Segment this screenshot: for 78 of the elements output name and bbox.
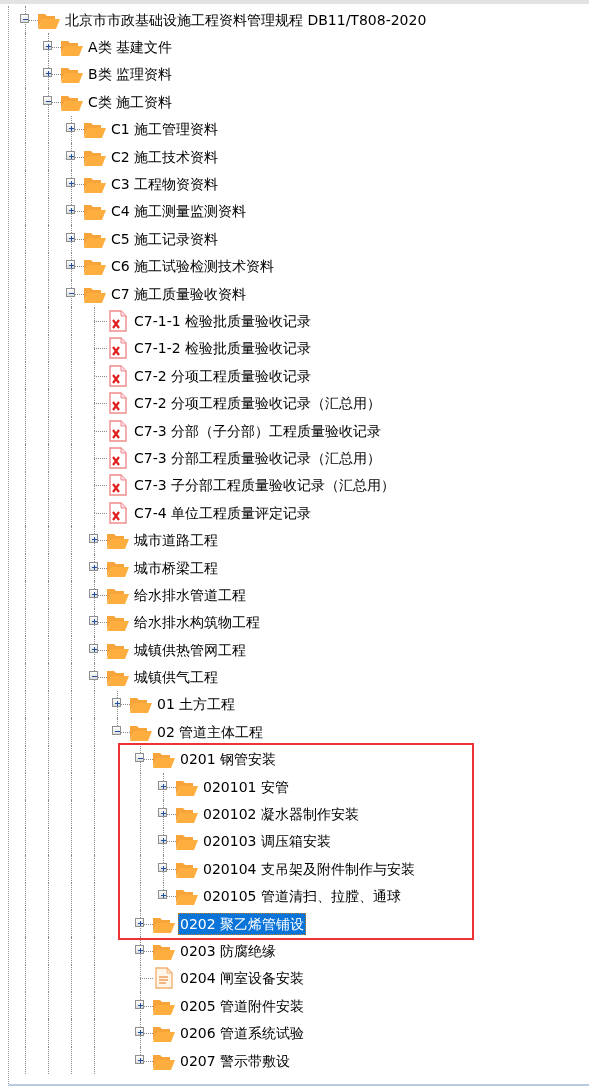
tree-toggle[interactable] — [158, 780, 167, 790]
tree-item-label[interactable]: C3 工程物资资料 — [109, 173, 221, 196]
document-x-icon — [107, 501, 128, 524]
document-icon — [153, 967, 174, 990]
document-x-icon — [107, 474, 128, 497]
tree-item-label[interactable]: 0207 警示带敷设 — [178, 1049, 293, 1072]
tree-item-label[interactable]: 0206 管道系统试验 — [178, 1022, 307, 1045]
tree-toggle[interactable] — [158, 808, 167, 817]
tree-item-label[interactable]: 城市道路工程 — [132, 529, 220, 552]
tree-item-label[interactable]: C5 施工记录资料 — [109, 227, 221, 250]
tree-toggle[interactable] — [112, 725, 121, 735]
tree-toggle[interactable] — [89, 588, 98, 598]
tree-item-label[interactable]: C4 施工测量监测资料 — [109, 200, 249, 223]
tree-item-label[interactable]: 0201 钢管安装 — [178, 748, 279, 771]
document-x-icon — [107, 446, 128, 469]
tree-toggle[interactable] — [66, 232, 75, 242]
tree-toggle[interactable] — [89, 643, 98, 653]
tree-item-label[interactable]: 城镇供热管网工程 — [132, 638, 248, 661]
tree-toggle[interactable] — [20, 13, 29, 23]
tree-item-label[interactable]: C7-2 分项工程质量验收记录（汇总用） — [132, 392, 384, 415]
tree-item-label[interactable]: C7-1-2 检验批质量验收记录 — [132, 337, 314, 360]
tree-toggle[interactable] — [66, 260, 75, 270]
tree-item-label[interactable]: 020104 支吊架及附件制作与安装 — [201, 857, 417, 880]
document-x-icon — [107, 310, 128, 332]
tree-toggle[interactable] — [135, 1027, 144, 1037]
tree-toggle[interactable] — [135, 999, 144, 1009]
tree-item-label[interactable]: 01 土方工程 — [155, 693, 238, 716]
document-x-icon — [107, 337, 128, 360]
tree-item-label[interactable]: C7-1-1 检验批质量验收记录 — [132, 310, 314, 332]
tree-toggle[interactable] — [43, 95, 52, 105]
tree-toggle[interactable] — [112, 698, 121, 708]
tree-item-label[interactable]: 020105 管道清扫、拉膛、通球 — [201, 885, 403, 908]
tree-toggle[interactable] — [89, 671, 98, 681]
tree-item-label[interactable]: C6 施工试验检测技术资料 — [109, 255, 277, 278]
tree-item-label[interactable]: 02 管道主体工程 — [155, 720, 266, 743]
tree-item-label[interactable]: 020101 安管 — [201, 775, 291, 798]
tree-item-label[interactable]: C2 施工技术资料 — [109, 145, 221, 168]
document-x-icon — [107, 392, 128, 415]
tree-toggle[interactable] — [66, 178, 75, 188]
tree-item-label[interactable]: 0202 聚乙烯管铺设 — [178, 912, 307, 935]
tree-toggle[interactable] — [135, 1054, 144, 1064]
tree-toggle[interactable] — [158, 862, 167, 872]
tree-item-label[interactable]: C7-3 分部（子分部）工程质量验收记录 — [132, 419, 384, 442]
tree-item-label[interactable]: 0204 闸室设备安装 — [178, 967, 307, 990]
tree-item-label[interactable]: 给水排水管道工程 — [132, 583, 248, 606]
tree-item-label[interactable]: 0203 防腐绝缘 — [178, 939, 279, 962]
tree-toggle[interactable] — [66, 123, 75, 133]
tree-toggle[interactable] — [135, 917, 144, 927]
tree-item-label[interactable]: B类 监理资料 — [86, 63, 175, 86]
tree-toggle[interactable] — [43, 68, 52, 78]
tree-item-label[interactable]: 给水排水构筑物工程 — [132, 611, 262, 634]
tree-toggle[interactable] — [89, 534, 98, 544]
tree-item-label[interactable]: 城市桥梁工程 — [132, 556, 220, 579]
tree-item-label[interactable]: 北京市市政基础设施工程资料管理规程 DB11/T808-2020 — [63, 8, 429, 31]
tree-toggle[interactable] — [158, 835, 167, 845]
tree-item-label[interactable]: 0205 管道附件安装 — [178, 994, 307, 1017]
tree-item-label[interactable]: 020103 调压箱安装 — [201, 830, 333, 853]
tree-toggle[interactable] — [89, 561, 98, 571]
tree-toggle[interactable] — [66, 205, 75, 215]
document-x-icon — [107, 364, 128, 387]
tree-toggle[interactable] — [66, 150, 75, 160]
tree-item-label[interactable]: 020102 凝水器制作安装 — [201, 803, 361, 825]
tree-item-label[interactable]: C7-4 单位工程质量评定记录 — [132, 501, 314, 524]
tree-item-label[interactable]: C1 施工管理资料 — [109, 118, 221, 141]
tree-item-label[interactable]: C7-3 分部工程质量验收记录（汇总用） — [132, 446, 384, 469]
tree-item-label[interactable]: C类 施工资料 — [86, 90, 175, 113]
tree-item-label[interactable]: C7 施工质量验收资料 — [109, 282, 249, 305]
tree-toggle[interactable] — [135, 944, 144, 954]
tree-item-label[interactable]: 城镇供气工程 — [132, 666, 220, 689]
document-x-icon — [107, 419, 128, 442]
tree-item-label[interactable]: C7-3 子分部工程质量验收记录（汇总用） — [132, 474, 398, 497]
tree-toggle[interactable] — [89, 616, 98, 626]
tree-toggle[interactable] — [135, 753, 144, 763]
tree-toggle[interactable] — [43, 41, 52, 51]
tree-item-label[interactable]: C7-2 分项工程质量验收记录 — [132, 364, 314, 387]
tree-item-label[interactable]: A类 基建文件 — [86, 36, 175, 59]
tree-toggle[interactable] — [66, 287, 75, 297]
tree-toggle[interactable] — [158, 890, 167, 900]
